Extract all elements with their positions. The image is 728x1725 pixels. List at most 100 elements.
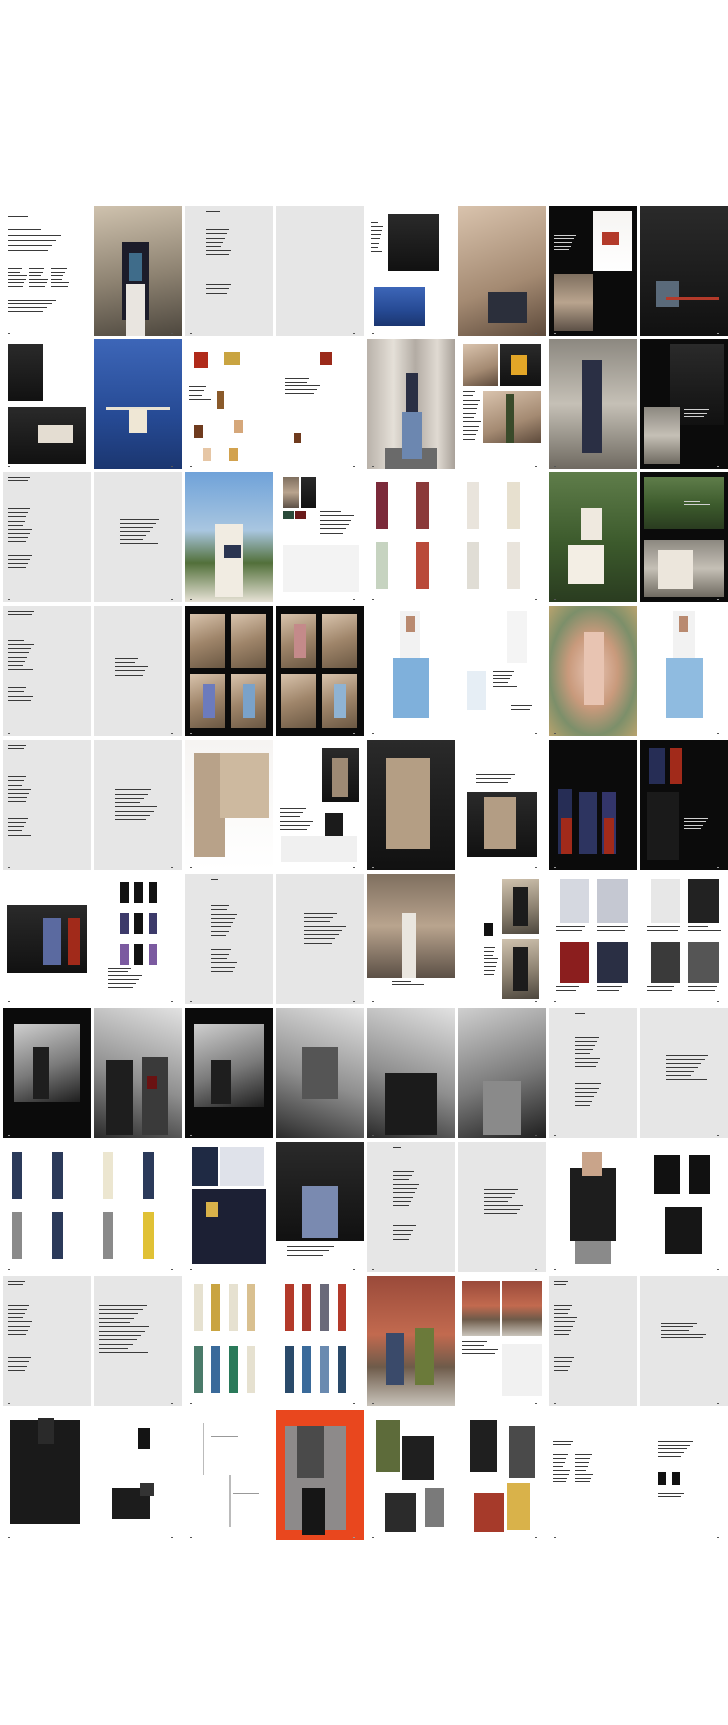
text-line bbox=[211, 958, 227, 959]
page-70 bbox=[458, 1276, 546, 1406]
text-line bbox=[575, 1481, 590, 1483]
text-line bbox=[463, 425, 480, 427]
text-line bbox=[575, 1454, 592, 1455]
shape bbox=[43, 918, 62, 965]
text-line bbox=[554, 249, 569, 250]
text-line bbox=[108, 983, 136, 984]
shape bbox=[216, 391, 224, 410]
text-line bbox=[393, 1205, 409, 1206]
page-number-mark bbox=[554, 599, 557, 600]
text-line bbox=[552, 1458, 567, 1459]
text-line bbox=[8, 559, 31, 560]
shape bbox=[666, 297, 720, 300]
text-line bbox=[8, 1304, 29, 1306]
shape bbox=[386, 1333, 404, 1386]
shape bbox=[284, 1283, 294, 1331]
page-26 bbox=[94, 606, 182, 736]
text-line bbox=[554, 245, 571, 247]
page-number-mark bbox=[190, 1269, 193, 1270]
text-block bbox=[8, 639, 34, 674]
text-line bbox=[211, 913, 237, 915]
shape bbox=[211, 1283, 221, 1331]
shape bbox=[416, 542, 429, 589]
text-line bbox=[552, 1454, 568, 1455]
page-number-mark bbox=[190, 1135, 193, 1136]
shape bbox=[650, 879, 681, 924]
text-line bbox=[211, 917, 235, 919]
shape bbox=[466, 542, 480, 589]
text-line bbox=[8, 611, 34, 612]
text-line bbox=[554, 1365, 570, 1367]
text-line bbox=[393, 1170, 414, 1172]
page-number-mark bbox=[717, 1135, 720, 1136]
text-line bbox=[575, 1036, 599, 1038]
shape bbox=[220, 753, 270, 818]
text-block bbox=[8, 508, 33, 544]
shape bbox=[106, 1060, 133, 1136]
text-block bbox=[8, 1356, 33, 1375]
text-line bbox=[370, 246, 378, 248]
text-line bbox=[8, 800, 26, 802]
text-line bbox=[461, 1341, 488, 1342]
shape bbox=[375, 482, 389, 530]
shape bbox=[120, 881, 130, 903]
text-block bbox=[463, 391, 481, 443]
text-line bbox=[552, 1477, 568, 1479]
text-line bbox=[575, 1105, 591, 1106]
text-block bbox=[575, 1083, 601, 1109]
text-line bbox=[463, 421, 481, 422]
text-block bbox=[108, 967, 143, 991]
text-line bbox=[29, 268, 45, 269]
shape bbox=[671, 1472, 681, 1486]
text-line bbox=[286, 1246, 335, 1247]
shape bbox=[38, 1417, 55, 1444]
shape bbox=[148, 944, 158, 965]
text-line bbox=[463, 408, 477, 409]
text-line bbox=[391, 980, 412, 982]
shape bbox=[666, 658, 704, 718]
text-line bbox=[461, 1344, 484, 1346]
shape bbox=[232, 1493, 259, 1495]
text-line bbox=[684, 821, 706, 822]
text-line bbox=[8, 1308, 27, 1310]
text-line bbox=[206, 253, 229, 255]
text-block bbox=[304, 913, 348, 947]
text-line bbox=[279, 811, 303, 813]
shape bbox=[229, 1346, 238, 1393]
text-line bbox=[575, 1061, 599, 1063]
text-line bbox=[552, 1469, 570, 1471]
text-block bbox=[554, 234, 577, 253]
text-line bbox=[99, 1308, 143, 1310]
text-line bbox=[206, 237, 226, 239]
shape bbox=[414, 1328, 434, 1386]
text-line bbox=[484, 1209, 520, 1211]
text-line bbox=[304, 938, 336, 940]
page-55 bbox=[549, 1008, 637, 1138]
shape bbox=[384, 1073, 438, 1136]
page-number-mark bbox=[535, 1269, 538, 1270]
text-block bbox=[286, 1246, 354, 1259]
text-line bbox=[393, 1229, 414, 1231]
shape bbox=[295, 511, 306, 519]
text-block bbox=[684, 409, 714, 419]
photo bbox=[388, 213, 440, 271]
shape bbox=[669, 747, 683, 785]
page-number-mark bbox=[353, 1001, 356, 1002]
text-block bbox=[8, 477, 34, 482]
page-number-mark bbox=[171, 1001, 174, 1002]
shape bbox=[466, 671, 487, 710]
text-line bbox=[463, 412, 476, 414]
shape bbox=[596, 879, 629, 924]
shape bbox=[559, 879, 590, 924]
shape bbox=[580, 508, 602, 540]
shape bbox=[281, 836, 357, 863]
text-line bbox=[684, 409, 710, 410]
text-line bbox=[556, 989, 577, 991]
text-line bbox=[684, 827, 702, 829]
page-9 bbox=[3, 339, 91, 469]
text-line bbox=[206, 249, 231, 251]
shape bbox=[405, 616, 415, 632]
text-line bbox=[552, 1461, 565, 1463]
text-line bbox=[575, 1083, 601, 1084]
text-block bbox=[554, 1356, 579, 1375]
